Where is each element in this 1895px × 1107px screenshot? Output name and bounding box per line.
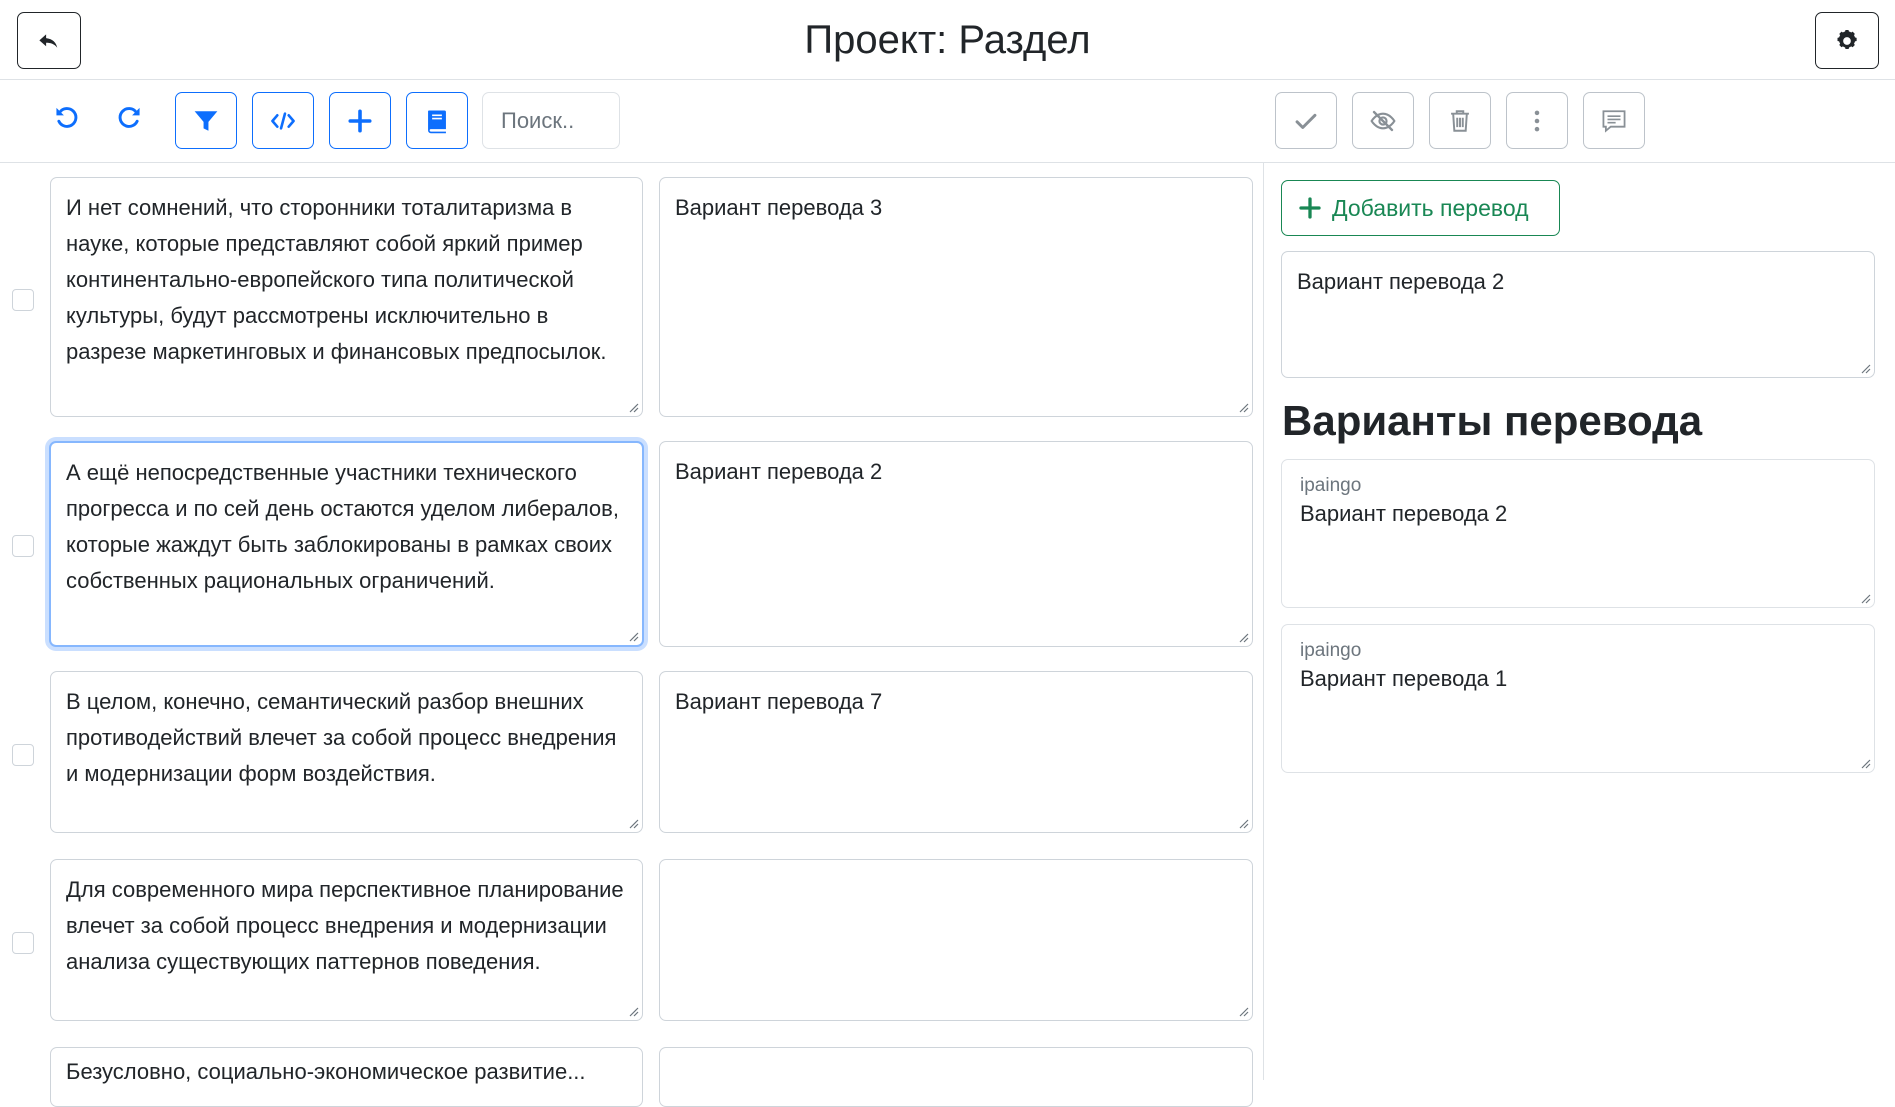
target-textarea[interactable]: Вариант перевода 2 — [659, 441, 1253, 647]
gear-icon — [1837, 29, 1857, 49]
confirm-button[interactable] — [1275, 92, 1337, 149]
target-textarea[interactable] — [659, 859, 1253, 1021]
target-textarea[interactable] — [659, 1047, 1253, 1107]
source-textarea[interactable]: В целом, конечно, семантический разбор в… — [50, 671, 643, 833]
settings-button[interactable] — [1815, 12, 1879, 69]
add-segment-button[interactable] — [329, 92, 391, 149]
trash-icon — [1451, 109, 1469, 132]
toolbar — [0, 80, 1895, 163]
add-translation-label: Добавить перевод — [1332, 194, 1529, 221]
plus-icon — [348, 108, 372, 133]
comment-button[interactable] — [1583, 92, 1645, 149]
filter-icon — [194, 110, 218, 131]
source-text: Для современного мира перспективное план… — [66, 877, 624, 974]
more-button[interactable] — [1506, 92, 1568, 149]
filter-button[interactable] — [175, 92, 237, 149]
source-text: А ещё непосредственные участники техниче… — [66, 460, 619, 593]
target-text: Вариант перевода 2 — [675, 459, 883, 484]
variant-card[interactable]: ipaingo Вариант перевода 2 — [1281, 459, 1875, 608]
target-textarea[interactable]: Вариант перевода 7 — [659, 671, 1253, 833]
variant-text: Вариант перевода 2 — [1300, 501, 1508, 526]
comment-icon — [1602, 109, 1626, 133]
resize-grip-icon — [1861, 594, 1871, 604]
segment-checkbox[interactable] — [12, 289, 34, 311]
resize-grip-icon — [629, 1007, 639, 1017]
code-button[interactable] — [252, 92, 314, 149]
resize-grip-icon — [1861, 364, 1871, 374]
app-header: Проект: Раздел — [0, 0, 1895, 80]
segment-checkbox[interactable] — [12, 535, 34, 557]
resize-grip-icon — [629, 403, 639, 413]
source-textarea[interactable]: Для современного мира перспективное план… — [50, 859, 643, 1021]
source-text: В целом, конечно, семантический разбор в… — [66, 689, 617, 786]
segment-checkbox[interactable] — [12, 744, 34, 766]
hide-button[interactable] — [1352, 92, 1414, 149]
target-textarea[interactable]: Вариант перевода 3 — [659, 177, 1253, 417]
more-vertical-icon — [1534, 110, 1540, 131]
resize-grip-icon — [1239, 633, 1249, 643]
source-textarea[interactable]: Безусловно, социально-экономическое разв… — [50, 1047, 643, 1107]
resize-grip-icon — [629, 819, 639, 829]
redo-button[interactable] — [105, 94, 153, 142]
variant-text: Вариант перевода 1 — [1300, 666, 1508, 691]
delete-button[interactable] — [1429, 92, 1491, 149]
panel-divider — [1263, 163, 1264, 1080]
variant-author: ipaingo — [1300, 475, 1362, 496]
source-textarea[interactable]: И нет сомнений, что сторонники тоталитар… — [50, 177, 643, 417]
variants-heading: Варианты перевода — [1282, 397, 1703, 444]
glossary-button[interactable] — [406, 92, 468, 149]
page-title: Проект: Раздел — [804, 18, 1091, 62]
search-input[interactable] — [482, 92, 620, 149]
source-text: Безусловно, социально-экономическое разв… — [66, 1059, 586, 1084]
resize-grip-icon — [629, 632, 639, 642]
check-icon — [1295, 113, 1317, 129]
resize-grip-icon — [1239, 403, 1249, 413]
segment-checkbox[interactable] — [12, 932, 34, 954]
eye-slash-icon — [1370, 110, 1396, 131]
resize-grip-icon — [1861, 759, 1871, 769]
target-text: Вариант перевода 7 — [675, 689, 883, 714]
target-text: Вариант перевода 3 — [675, 195, 883, 220]
plus-icon — [1299, 197, 1321, 219]
resize-grip-icon — [1239, 1007, 1249, 1017]
translation-textarea[interactable]: Вариант перевода 2 — [1281, 251, 1875, 378]
undo-button[interactable] — [43, 94, 91, 142]
source-textarea[interactable]: А ещё непосредственные участники техниче… — [49, 441, 644, 647]
add-translation-button[interactable]: Добавить перевод — [1281, 180, 1560, 236]
resize-grip-icon — [1239, 819, 1249, 829]
undo-icon — [56, 107, 78, 128]
variant-author: ipaingo — [1300, 640, 1362, 661]
variant-card[interactable]: ipaingo Вариант перевода 1 — [1281, 624, 1875, 773]
code-icon — [271, 111, 295, 130]
source-text: И нет сомнений, что сторонники тоталитар… — [66, 195, 607, 364]
redo-icon — [118, 107, 140, 128]
translation-text: Вариант перевода 2 — [1297, 269, 1505, 294]
book-icon — [428, 109, 446, 133]
